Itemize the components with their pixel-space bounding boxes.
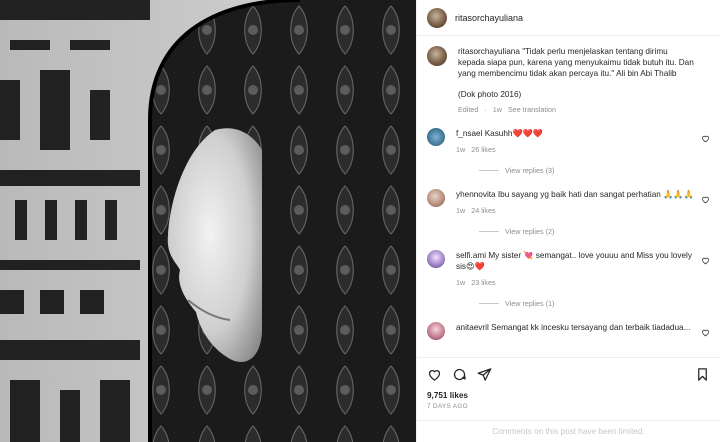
- edited-label: Edited: [458, 105, 479, 114]
- commenter-avatar[interactable]: [427, 322, 445, 340]
- heart-icon[interactable]: [427, 367, 442, 382]
- comment-text: My sister 💘 semangat.. love youuu and Mi…: [456, 251, 692, 271]
- comment-likes[interactable]: 23 likes: [471, 278, 495, 287]
- replies-line: [479, 170, 499, 171]
- view-replies[interactable]: View replies (3): [479, 166, 710, 175]
- action-bar: [417, 357, 720, 391]
- view-replies-label[interactable]: View replies (1): [505, 299, 554, 308]
- view-replies[interactable]: View replies (2): [479, 227, 710, 236]
- heart-icon[interactable]: [701, 195, 710, 204]
- post-header: ritasorchayuliana: [417, 0, 720, 36]
- commenter-avatar[interactable]: [427, 189, 445, 207]
- comment-text: Semangat kk incesku tersayang dan terbai…: [491, 323, 691, 332]
- comment-time[interactable]: 1w: [456, 145, 465, 154]
- heart-icon[interactable]: [701, 328, 710, 337]
- author-username[interactable]: ritasorchayuliana: [455, 13, 523, 23]
- comment-username[interactable]: anitaevril: [456, 323, 489, 332]
- commenter-avatar[interactable]: [427, 128, 445, 146]
- replies-line: [479, 231, 499, 232]
- post-photo[interactable]: [0, 0, 416, 442]
- see-translation-link[interactable]: See translation: [508, 105, 556, 114]
- share-icon[interactable]: [477, 367, 492, 382]
- comment-username[interactable]: selfi.ami: [456, 251, 486, 260]
- heart-icon[interactable]: [701, 256, 710, 265]
- caption: ritasorchayuliana "Tidak perlu menjelask…: [427, 46, 710, 114]
- commenter-avatar[interactable]: [427, 250, 445, 268]
- comment-icon[interactable]: [452, 367, 467, 382]
- comment-username[interactable]: yhennovita: [456, 190, 496, 199]
- caption-time[interactable]: 1w: [493, 105, 502, 114]
- replies-line: [479, 303, 499, 304]
- caption-username[interactable]: ritasorchayuliana: [458, 47, 520, 56]
- author-avatar[interactable]: [427, 7, 447, 28]
- view-replies[interactable]: View replies (1): [479, 299, 710, 308]
- heart-icon[interactable]: [701, 134, 710, 143]
- comment: yhennovita Ibu sayang yg baik hati dan s…: [427, 189, 710, 215]
- likes-count[interactable]: 9,751 likes: [417, 391, 720, 400]
- comments-limited-notice: Comments on this post have been limited.: [417, 420, 720, 442]
- caption-meta: Edited · 1w See translation: [458, 105, 556, 114]
- bookmark-icon[interactable]: [695, 367, 710, 382]
- comment: anitaevril Semangat kk incesku tersayang…: [427, 322, 710, 340]
- photo-image: [0, 0, 416, 442]
- post-panel: ritasorchayuliana ritasorchayuliana "Tid…: [416, 0, 720, 442]
- comment-time[interactable]: 1w: [456, 278, 465, 287]
- view-replies-label[interactable]: View replies (2): [505, 227, 554, 236]
- caption-dok: (Dok photo 2016): [458, 90, 522, 99]
- comments-scroll[interactable]: ritasorchayuliana "Tidak perlu menjelask…: [417, 36, 720, 357]
- comment: f_nsael Kasuhh❤️❤️❤️ 1w 26 likes: [427, 128, 710, 154]
- comment-username[interactable]: f_nsael: [456, 129, 482, 138]
- comment-likes[interactable]: 26 likes: [471, 145, 495, 154]
- comment-text: Ibu sayang yg baik hati dan sangat perha…: [497, 190, 694, 199]
- post-date[interactable]: 7 DAYS AGO: [417, 400, 720, 410]
- view-replies-label[interactable]: View replies (3): [505, 166, 554, 175]
- comment-text: Kasuhh❤️❤️❤️: [484, 129, 544, 138]
- comment-time[interactable]: 1w: [456, 206, 465, 215]
- comment: selfi.ami My sister 💘 semangat.. love yo…: [427, 250, 710, 287]
- comment-likes[interactable]: 24 likes: [471, 206, 495, 215]
- author-avatar[interactable]: [427, 46, 447, 66]
